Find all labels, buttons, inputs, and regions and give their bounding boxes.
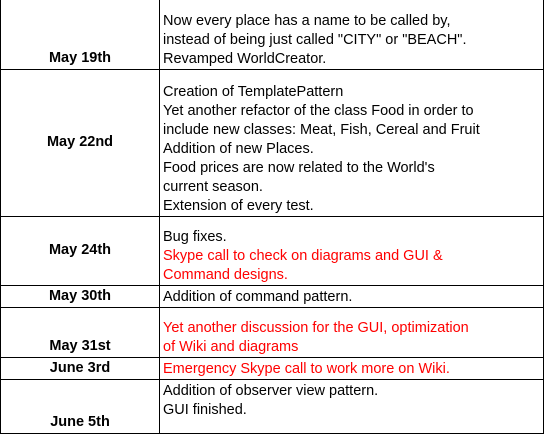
description-line: Yet another discussion for the GUI, opti…	[163, 320, 469, 336]
date-cell: May 22nd	[0, 69, 160, 217]
description-line: Revamped WorldCreator.	[163, 51, 327, 67]
description-line: Emergency Skype call to work more on Wik…	[163, 361, 450, 377]
description-line: instead of being just called "CITY" or "…	[163, 32, 467, 48]
description-line: include new classes: Meat, Fish, Cereal …	[163, 122, 480, 138]
description-line: current season.	[163, 179, 263, 195]
description-cell: Now every place has a name to be called …	[159, 0, 544, 70]
table-row: May 30th Addition of command pattern.	[0, 285, 544, 308]
description-line: Extension of every test.	[163, 198, 314, 214]
date-cell: May 24th	[0, 216, 160, 286]
description-cell: Addition of observer view pattern. GUI f…	[159, 379, 544, 434]
description-line: Bug fixes.	[163, 229, 227, 245]
table-row: May 31st Yet another discussion for the …	[0, 307, 544, 358]
table-row: May 19th Now every place has a name to b…	[0, 0, 544, 70]
description-line: GUI finished.	[163, 402, 247, 418]
table-row: June 5th Addition of observer view patte…	[0, 379, 544, 434]
description-line: Command designs.	[163, 267, 288, 283]
date-cell: May 19th	[0, 0, 160, 70]
description-cell: Creation of TemplatePattern Yet another …	[159, 69, 544, 217]
table-row: June 3rd Emergency Skype call to work mo…	[0, 357, 544, 380]
description-line: Addition of new Places.	[163, 141, 314, 157]
date-cell: June 3rd	[0, 357, 160, 380]
date-cell: June 5th	[0, 379, 160, 434]
description-line: Skype call to check on diagrams and GUI …	[163, 248, 443, 264]
description-cell: Emergency Skype call to work more on Wik…	[159, 357, 544, 380]
description-line: of Wiki and diagrams	[163, 339, 299, 355]
description-line: Food prices are now related to the World…	[163, 160, 435, 176]
description-cell: Addition of command pattern.	[159, 285, 544, 308]
table-row: May 24th Bug fixes. Skype call to check …	[0, 216, 544, 286]
description-line: Yet another refactor of the class Food i…	[163, 103, 474, 119]
description-cell: Bug fixes. Skype call to check on diagra…	[159, 216, 544, 286]
table-row: May 22nd Creation of TemplatePattern Yet…	[0, 69, 544, 217]
description-line: Addition of observer view pattern.	[163, 383, 379, 399]
description-cell: Yet another discussion for the GUI, opti…	[159, 307, 544, 358]
description-line: Now every place has a name to be called …	[163, 13, 451, 29]
progress-log-table: May 19th Now every place has a name to b…	[0, 0, 544, 434]
description-line: Addition of command pattern.	[163, 289, 353, 305]
date-cell: May 30th	[0, 285, 160, 308]
date-cell: May 31st	[0, 307, 160, 358]
description-line: Creation of TemplatePattern	[163, 84, 344, 100]
